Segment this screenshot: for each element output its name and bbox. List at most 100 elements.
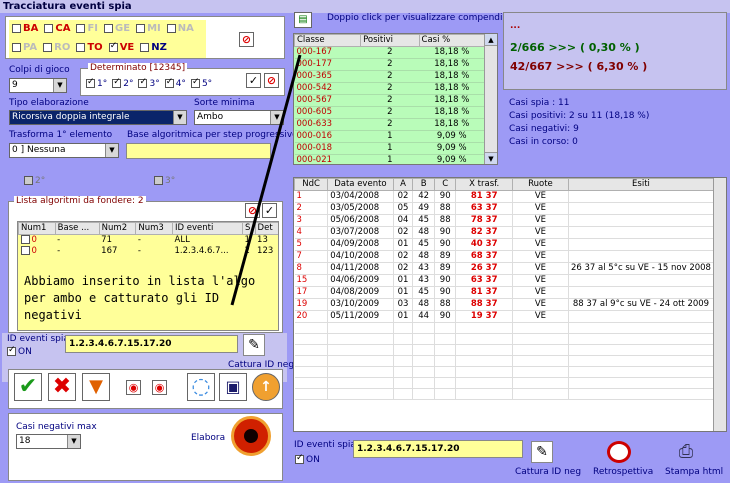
- table-row[interactable]: 000-567 2 18,18 %: [294, 94, 485, 107]
- column-header[interactable]: X trasf.: [455, 178, 513, 191]
- column-header[interactable]: Positivi: [360, 34, 420, 47]
- column-header[interactable]: Num3: [135, 222, 174, 235]
- wheel-checkbox[interactable]: [12, 42, 21, 52]
- wheel-fi[interactable]: FI: [76, 23, 98, 34]
- column-header[interactable]: ID eventi: [172, 222, 244, 235]
- determinato-item[interactable]: 5°: [190, 77, 212, 89]
- wheel-checkbox[interactable]: [104, 23, 114, 33]
- column-header[interactable]: Ruote: [511, 178, 569, 191]
- id-right-input[interactable]: 1.2.3.4.6.7.15.17.20: [353, 440, 523, 458]
- casi-max-select[interactable]: 18 ▼: [16, 434, 81, 449]
- wheel-ro[interactable]: RO: [43, 42, 70, 53]
- table-row[interactable]: 7 04/10/2008 02 48 89 68 37 VE: [294, 250, 715, 263]
- wheel-checkbox[interactable]: [43, 42, 53, 52]
- table-row[interactable]: 20 05/11/2009 01 44 90 19 37 VE: [294, 310, 715, 323]
- determinato-checkbox[interactable]: [112, 77, 122, 88]
- wheel-ge[interactable]: GE: [104, 23, 130, 34]
- table-row[interactable]: 000-542 2 18,18 %: [294, 82, 485, 95]
- column-header[interactable]: Data evento: [327, 178, 394, 191]
- determinato-item[interactable]: 1°: [86, 77, 107, 89]
- column-header[interactable]: Casi %: [418, 34, 486, 47]
- wheel-pa[interactable]: PA: [12, 42, 37, 53]
- small-stop-icon-1[interactable]: ◉: [126, 380, 141, 395]
- determinato-checkbox[interactable]: [190, 77, 200, 88]
- check-all-icon[interactable]: ✓: [246, 73, 261, 88]
- wheel-mi[interactable]: MI: [136, 23, 161, 34]
- table-row[interactable]: 2 03/05/2008 05 49 88 63 37 VE: [294, 202, 715, 215]
- column-header[interactable]: Det: [254, 222, 278, 235]
- determinato-checkbox[interactable]: [138, 77, 148, 88]
- table-row[interactable]: 17 04/08/2009 01 45 90 81 37 VE: [294, 286, 715, 299]
- wheel-na[interactable]: NA: [166, 23, 194, 34]
- determinato-checkbox[interactable]: [164, 77, 174, 88]
- opt3[interactable]: 3°: [154, 176, 175, 186]
- esiti-scrollbar[interactable]: [713, 178, 726, 431]
- wheel-checkbox[interactable]: [44, 23, 54, 33]
- wheel-to[interactable]: TO: [76, 42, 103, 53]
- compendio-icon[interactable]: ▤: [294, 12, 312, 28]
- table-row[interactable]: 3 05/06/2008 04 45 88 78 37 VE: [294, 214, 715, 227]
- table-row[interactable]: 000-016 1 9,09 %: [294, 130, 485, 143]
- table-row[interactable]: 1 03/04/2008 02 42 90 81 37 VE: [294, 190, 715, 203]
- table-row[interactable]: 000-365 2 18,18 %: [294, 70, 485, 83]
- wheel-nz[interactable]: NZ: [140, 42, 167, 53]
- ok-icon[interactable]: ✔: [14, 373, 42, 401]
- determinato-checkbox[interactable]: [86, 77, 95, 88]
- column-header[interactable]: Esiti: [567, 178, 715, 191]
- wheel-checkbox[interactable]: [76, 42, 86, 52]
- table-row[interactable]: 000-021 1 9,09 %: [294, 154, 485, 164]
- wheel-checkbox[interactable]: [166, 23, 176, 33]
- wheel-checkbox[interactable]: [136, 23, 146, 33]
- small-stop-icon-2[interactable]: ◉: [152, 380, 167, 395]
- confirm-lista-icon[interactable]: ✓: [262, 203, 277, 218]
- clear-wheels-icon[interactable]: ⊘: [239, 32, 254, 47]
- id-left-on[interactable]: ON: [7, 345, 32, 357]
- retrospettiva-label[interactable]: Retrospettiva: [593, 467, 653, 477]
- determinato-item[interactable]: 2°: [112, 77, 133, 89]
- wheel-ve[interactable]: VE: [108, 41, 134, 53]
- column-header[interactable]: Num1: [18, 222, 56, 235]
- retrospettiva-icon[interactable]: [607, 441, 631, 463]
- table-row[interactable]: 19 03/10/2009 03 48 88 88 37 VE 88 37 al 9°c su…: [294, 298, 715, 311]
- column-header[interactable]: Classe: [294, 34, 362, 47]
- table-row[interactable]: 000-018 1 9,09 %: [294, 142, 485, 155]
- wheel-checkbox[interactable]: [12, 23, 21, 33]
- row-checkbox[interactable]: [20, 235, 30, 244]
- sorte-select[interactable]: Ambo ▼: [194, 110, 284, 125]
- colpi-select[interactable]: 9 ▼: [9, 78, 67, 93]
- trasforma-select[interactable]: 0 ] Nessuna ▼: [9, 143, 119, 158]
- row-checkbox[interactable]: [20, 246, 30, 255]
- elabora-button[interactable]: [231, 416, 271, 456]
- column-header[interactable]: Base ...: [54, 222, 100, 235]
- table-row[interactable]: 000-633 2 18,18 %: [294, 118, 485, 131]
- determinato-item[interactable]: 3°: [138, 77, 160, 89]
- delete-lista-icon[interactable]: ⊘: [245, 203, 260, 218]
- table-row[interactable]: 8 04/11/2008 02 43 89 26 37 VE 26 37 al 5°c su …: [294, 262, 715, 275]
- wheel-ca[interactable]: CA: [44, 23, 70, 34]
- uncheck-all-icon[interactable]: ⊘: [264, 73, 279, 88]
- table-row[interactable]: 4 03/07/2008 02 48 90 82 37 VE: [294, 226, 715, 239]
- up-arrow-icon[interactable]: ↑: [252, 373, 280, 401]
- column-header[interactable]: S: [242, 222, 256, 235]
- column-header[interactable]: A: [392, 178, 414, 191]
- table-row[interactable]: 000-167 2 18,18 %: [294, 46, 485, 59]
- table-row[interactable]: 15 04/06/2009 01 43 90 63 37 VE: [294, 274, 715, 287]
- save-icon[interactable]: ▣: [219, 373, 247, 401]
- classi-scrollbar[interactable]: ▲ ▼: [484, 34, 497, 164]
- table-row[interactable]: 5 04/09/2008 01 45 90 40 37 VE: [294, 238, 715, 251]
- wheel-checkbox[interactable]: [108, 41, 118, 52]
- wheel-checkbox[interactable]: [76, 23, 86, 33]
- stampa-label[interactable]: Stampa html: [665, 467, 723, 477]
- printer-icon[interactable]: ⎙: [673, 441, 699, 463]
- id-left-input[interactable]: 1.2.3.4.6.7.15.17.20: [65, 335, 238, 353]
- cattura-right-icon[interactable]: ✎: [531, 441, 553, 463]
- wheel-ba[interactable]: BA: [12, 23, 38, 34]
- table-row[interactable]: 000-605 2 18,18 %: [294, 106, 485, 119]
- cancel-icon[interactable]: ✖: [48, 373, 76, 401]
- tipo-select[interactable]: Ricorsiva doppia integrale ▼: [9, 110, 187, 125]
- wheel-checkbox[interactable]: [140, 42, 150, 52]
- column-header[interactable]: NdC: [294, 178, 329, 191]
- column-header[interactable]: B: [412, 178, 435, 191]
- column-header[interactable]: C: [433, 178, 457, 191]
- table-row[interactable]: 0 - 167 - 1.2.3.4.6.7... 2 123: [19, 246, 279, 257]
